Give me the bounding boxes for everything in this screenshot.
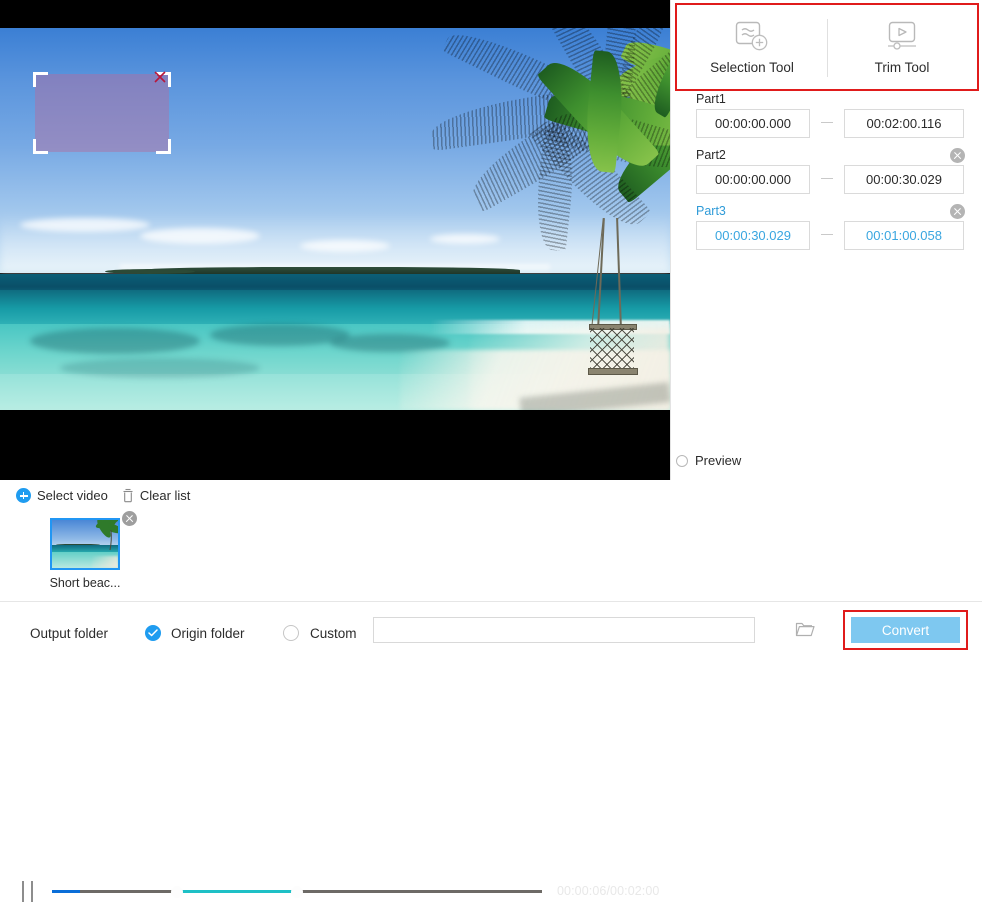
selection-tool-icon (734, 19, 770, 53)
preview-option[interactable]: Preview (676, 453, 741, 468)
tab-selection-tool[interactable]: Selection Tool (677, 5, 827, 89)
selection-rectangle[interactable] (33, 71, 171, 154)
trim-tool-label: Trim Tool (874, 60, 930, 75)
custom-path-input[interactable] (373, 617, 755, 643)
swing-net (590, 328, 634, 368)
trash-icon (122, 488, 134, 503)
custom-folder-option[interactable]: Custom (283, 625, 357, 641)
part-start-time-input[interactable]: 00:00:00.000 (696, 165, 810, 194)
tab-trim-tool[interactable]: Trim Tool (827, 5, 977, 89)
output-folder-label: Output folder (30, 626, 109, 641)
pause-icon[interactable] (20, 881, 36, 902)
time-range-separator (821, 178, 833, 179)
timeline-range-selection[interactable] (177, 890, 297, 893)
part-time-fields: 00:00:00.000 00:02:00.116 (671, 109, 982, 139)
clear-list-button[interactable]: Clear list (122, 488, 191, 503)
convert-button[interactable]: Convert (851, 617, 960, 643)
tools-panel: Selection Tool Trim Tool Part1 00:00:00.0… (670, 0, 982, 480)
preview-radio[interactable] (676, 454, 688, 467)
origin-folder-label: Origin folder (171, 625, 245, 641)
part-block: Part3 00:00:30.029 00:01:00.058 (671, 204, 982, 260)
thumb-beach (91, 555, 118, 568)
video-player-stage[interactable] (0, 0, 670, 434)
part-title: Part3 (696, 204, 726, 218)
part-block: Part2 00:00:00.000 00:00:30.029 (671, 148, 982, 204)
close-circle-icon[interactable] (122, 511, 137, 526)
reef-patch (60, 358, 260, 378)
timeline-progress (52, 890, 80, 893)
cloud-puff (20, 218, 150, 232)
list-actions: Select video Clear list (16, 488, 190, 503)
selection-tool-label: Selection Tool (710, 60, 794, 75)
select-video-label: Select video (37, 488, 108, 503)
origin-folder-option[interactable]: Origin folder (145, 625, 245, 641)
convert-button-highlight: Convert (843, 610, 968, 650)
close-x-icon[interactable] (153, 70, 167, 84)
palm-tree (400, 28, 670, 252)
list-item-name: Short beac... (49, 576, 121, 590)
time-display: 00:00:06/00:02:00 (557, 884, 660, 898)
swing-seat-bottom (588, 368, 638, 375)
time-range-separator (821, 234, 833, 235)
selection-handle-bottom-left[interactable] (33, 139, 48, 154)
clear-list-label: Clear list (139, 488, 191, 503)
part-start-time-input[interactable]: 00:00:00.000 (696, 109, 810, 138)
origin-folder-radio[interactable] (145, 625, 161, 641)
part-end-time-input[interactable]: 00:00:30.029 (844, 165, 964, 194)
selection-handle-top-left[interactable] (33, 72, 48, 87)
trim-tool-icon (885, 19, 919, 53)
reef-patch (210, 324, 350, 346)
timeline-handle-end[interactable] (291, 886, 303, 898)
plus-circle-icon (16, 488, 31, 503)
folder-icon[interactable] (795, 621, 815, 643)
video-thumbnail[interactable] (50, 518, 120, 570)
custom-folder-label: Custom (310, 625, 357, 641)
list-item[interactable]: Short beac... (49, 511, 137, 590)
timeline-handle-start[interactable] (171, 886, 183, 898)
file-list-area: Select video Clear list Short beac... (0, 480, 982, 601)
time-range-separator (821, 122, 833, 123)
video-frame (0, 28, 670, 410)
tool-tabs-highlight: Selection Tool Trim Tool (675, 3, 979, 91)
custom-folder-radio[interactable] (283, 625, 299, 641)
cloud-puff (140, 228, 260, 244)
timeline-bar: 00:00:06/00:02:00 (0, 434, 670, 902)
timeline-track[interactable] (52, 886, 542, 898)
part-title: Part2 (696, 148, 726, 162)
cloud-puff (300, 240, 390, 252)
part-end-time-input[interactable]: 00:02:00.116 (844, 109, 964, 138)
part-time-fields: 00:00:00.000 00:00:30.029 (671, 165, 982, 195)
part-remove-icon[interactable] (950, 204, 965, 219)
part-title: Part1 (696, 92, 726, 106)
thumb-palm-tree (95, 520, 118, 551)
preview-pane: 00:00:06/00:02:00 (0, 0, 670, 902)
reef-patch (30, 328, 200, 354)
part-block: Part1 00:00:00.000 00:02:00.116 (671, 92, 982, 148)
preview-label: Preview (695, 453, 742, 468)
part-time-fields: 00:00:30.029 00:01:00.058 (671, 221, 982, 251)
select-video-button[interactable]: Select video (16, 488, 108, 503)
selection-handle-bottom-right[interactable] (156, 139, 171, 154)
part-start-time-input[interactable]: 00:00:30.029 (696, 221, 810, 250)
part-remove-icon[interactable] (950, 148, 965, 163)
part-end-time-input[interactable]: 00:01:00.058 (844, 221, 964, 250)
